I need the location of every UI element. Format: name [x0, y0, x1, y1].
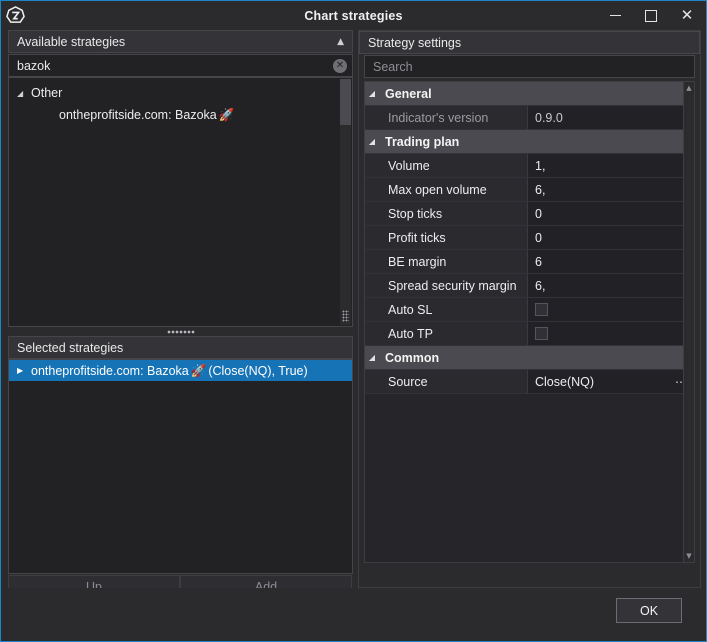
property-row[interactable]: Auto SL [365, 298, 694, 322]
available-search-box[interactable]: ✕ [8, 54, 353, 77]
selected-strategy-label: ontheprofitside.com: Bazoka [31, 364, 189, 378]
splitter-grip-icon [167, 330, 195, 334]
tree-scrollbar-thumb[interactable] [340, 79, 351, 125]
list-item[interactable]: ▶ ontheprofitside.com: Bazoka 🚀 (Close(N… [9, 360, 352, 381]
property-name: Profit ticks [365, 226, 528, 249]
settings-search-input[interactable] [373, 60, 686, 74]
selected-strategies-header: Selected strategies [8, 336, 353, 359]
property-row[interactable]: Auto TP [365, 322, 694, 346]
strategy-settings-title: Strategy settings [368, 36, 461, 50]
property-row[interactable]: Profit ticks0 [365, 226, 694, 250]
selected-strategies-list[interactable]: ▶ ontheprofitside.com: Bazoka 🚀 (Close(N… [8, 359, 353, 574]
expander-icon[interactable]: ◢ [365, 130, 379, 153]
property-value[interactable]: 6 [528, 250, 694, 273]
property-category-label: Trading plan [379, 130, 459, 153]
minimize-button[interactable] [597, 2, 633, 29]
expander-icon[interactable]: ▶ [17, 366, 31, 375]
expander-icon[interactable]: ◢ [17, 89, 31, 98]
property-row[interactable]: Spread security margin6, [365, 274, 694, 298]
property-value[interactable]: Close(NQ)⋯ [528, 370, 694, 393]
property-name: Spread security margin [365, 274, 528, 297]
property-value[interactable] [528, 322, 694, 345]
tree-item-bazoka[interactable]: ontheprofitside.com: Bazoka 🚀 [9, 104, 352, 126]
tree-group-other[interactable]: ◢ Other [9, 82, 352, 104]
settings-property-grid[interactable]: ◢GeneralIndicator's version0.9.0◢Trading… [364, 81, 695, 563]
available-strategies-tree[interactable]: ◢ Other ontheprofitside.com: Bazoka 🚀 [8, 77, 353, 327]
app-logo-icon [2, 2, 29, 29]
rocket-icon: 🚀 [191, 363, 207, 379]
dialog-footer: OK [2, 588, 705, 640]
available-strategies-header[interactable]: Available strategies ▲ [8, 30, 353, 53]
property-name: Indicator's version [365, 106, 528, 129]
property-category-row[interactable]: ◢General [365, 82, 694, 106]
property-row[interactable]: Volume1, [365, 154, 694, 178]
property-name: Stop ticks [365, 202, 528, 225]
dialog-content: Available strategies ▲ ✕ ◢ Other onthepr… [8, 30, 701, 588]
property-row[interactable]: Stop ticks0 [365, 202, 694, 226]
scroll-down-icon[interactable]: ▼ [684, 550, 694, 562]
checkbox[interactable] [535, 327, 548, 340]
resize-grip-icon[interactable] [342, 310, 349, 322]
clear-search-icon[interactable]: ✕ [333, 59, 347, 73]
selected-strategies-title: Selected strategies [17, 341, 123, 355]
property-value[interactable] [528, 298, 694, 321]
property-value[interactable]: 0 [528, 226, 694, 249]
property-category-label: General [379, 82, 432, 105]
property-name: Volume [365, 154, 528, 177]
maximize-button[interactable] [633, 2, 669, 29]
tree-scrollbar[interactable] [340, 79, 351, 325]
property-row[interactable]: Indicator's version0.9.0 [365, 106, 694, 130]
title-bar: Chart strategies ✕ [2, 2, 705, 29]
property-name: Auto TP [365, 322, 528, 345]
available-strategies-title: Available strategies [17, 35, 125, 49]
available-search-input[interactable] [17, 59, 344, 73]
selected-strategy-args: (Close(NQ), True) [208, 364, 307, 378]
minimize-icon [610, 15, 621, 16]
checkbox[interactable] [535, 303, 548, 316]
pane-splitter[interactable] [8, 328, 353, 336]
property-category-row[interactable]: ◢Common [365, 346, 694, 370]
property-name: Max open volume [365, 178, 528, 201]
tree-group-label: Other [31, 86, 62, 100]
left-pane: Available strategies ▲ ✕ ◢ Other onthepr… [8, 30, 353, 588]
settings-search-box[interactable] [364, 55, 695, 78]
expander-icon[interactable]: ◢ [365, 82, 379, 105]
property-category-label: Common [379, 346, 439, 369]
property-name: BE margin [365, 250, 528, 273]
property-value[interactable]: 6, [528, 178, 694, 201]
close-icon: ✕ [681, 8, 694, 23]
maximize-icon [645, 10, 657, 22]
chart-strategies-dialog: Chart strategies ✕ Available strategies … [0, 0, 707, 642]
window-controls: ✕ [597, 2, 705, 29]
property-value[interactable]: 0.9.0 [528, 106, 694, 129]
close-button[interactable]: ✕ [669, 2, 705, 29]
property-row[interactable]: Max open volume6, [365, 178, 694, 202]
property-value[interactable]: 0 [528, 202, 694, 225]
property-row[interactable]: BE margin6 [365, 250, 694, 274]
property-name: Auto SL [365, 298, 528, 321]
right-pane: Strategy settings ◢GeneralIndicator's ve… [358, 30, 701, 588]
expander-icon[interactable]: ◢ [365, 346, 379, 369]
strategy-settings-header: Strategy settings [359, 31, 700, 54]
property-value[interactable]: 1, [528, 154, 694, 177]
property-name: Source [365, 370, 528, 393]
tree-item-label: ontheprofitside.com: Bazoka [59, 108, 217, 122]
scroll-up-icon[interactable]: ▲ [684, 82, 694, 94]
chevron-up-icon: ▲ [337, 37, 344, 47]
rocket-icon: 🚀 [219, 107, 235, 123]
settings-scrollbar[interactable]: ▲ ▼ [683, 81, 695, 563]
property-category-row[interactable]: ◢Trading plan [365, 130, 694, 154]
property-row[interactable]: SourceClose(NQ)⋯ [365, 370, 694, 394]
ok-button[interactable]: OK [616, 598, 682, 623]
property-value[interactable]: 6, [528, 274, 694, 297]
